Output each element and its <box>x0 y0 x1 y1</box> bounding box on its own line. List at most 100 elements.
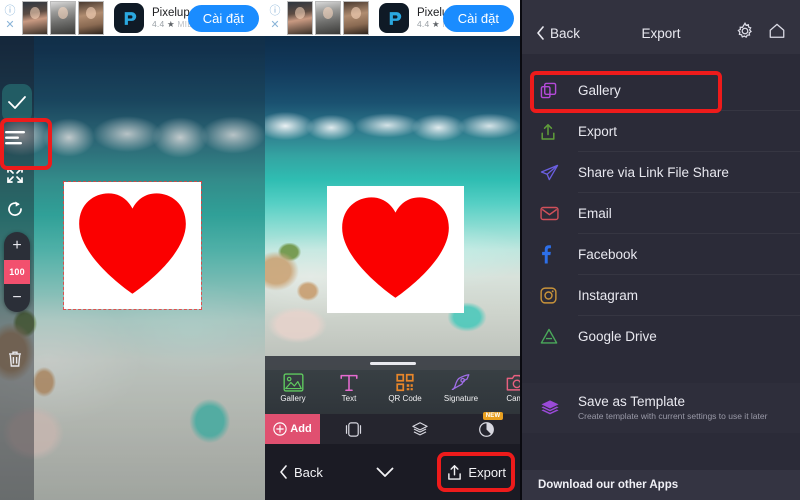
facebook-icon-wrap <box>540 245 578 264</box>
option-label: Facebook <box>578 247 638 262</box>
ad-banner-left: ⓘ ✕ Pixelup 4.4 ★ MIỄN PHÍ <box>0 0 265 36</box>
frame-button[interactable] <box>345 421 362 438</box>
settings-button[interactable] <box>736 21 754 45</box>
ad-install-button[interactable]: Cài đặt <box>187 4 259 32</box>
pixelup-logo-icon <box>124 11 136 25</box>
footer-label: Download our other Apps <box>538 479 679 491</box>
opacity-stepper[interactable]: + 100 − <box>4 232 30 312</box>
effects-button[interactable]: NEW <box>478 411 504 438</box>
export-option-email[interactable]: Email <box>522 193 800 234</box>
signature-pen-icon <box>451 374 470 391</box>
email-icon-wrap <box>540 206 578 221</box>
heart-sticker-middle[interactable] <box>327 186 464 313</box>
confirm-check-button[interactable] <box>2 84 32 122</box>
tool-signature[interactable]: Signature <box>433 370 489 403</box>
tool-qrcode[interactable]: QR Code <box>377 370 433 403</box>
ad-banner-middle: ⓘ ✕ Pixelup 4.4 ★ MIỄN PHÍ <box>265 0 520 36</box>
export-option-facebook[interactable]: Facebook <box>522 234 800 275</box>
text-icon <box>340 374 358 392</box>
expand-button[interactable] <box>5 165 25 190</box>
export-option-gallery[interactable]: Gallery <box>522 70 800 111</box>
check-icon <box>8 96 26 109</box>
ad-thumb <box>287 1 313 35</box>
ad-thumbnails <box>18 1 108 35</box>
sheet-drag-handle[interactable] <box>265 356 520 370</box>
export-icon-wrap <box>540 123 578 141</box>
home-button[interactable] <box>768 22 786 45</box>
delete-button[interactable] <box>7 350 23 373</box>
ad-thumbnails <box>283 1 373 35</box>
ad-close-icon[interactable]: ✕ <box>270 19 279 31</box>
ad-close-icon[interactable]: ✕ <box>5 19 14 31</box>
ad-thumb <box>315 1 341 35</box>
ad-text-block: Pixelup 4.4 ★ MIỄN PHÍ <box>152 7 217 29</box>
ad-star-icon: ★ <box>431 18 440 29</box>
send-icon-wrap <box>540 164 578 181</box>
ad-info-icon[interactable]: ⓘ <box>270 5 281 17</box>
export-option-instagram[interactable]: Instagram <box>522 275 800 316</box>
layers-stack-icon <box>412 422 428 436</box>
pie-slice-icon <box>479 421 495 437</box>
chevron-left-icon <box>280 465 287 479</box>
back-button-middle[interactable]: Back <box>265 465 323 480</box>
plus-circle-icon <box>273 422 287 436</box>
export-options-list: Gallery Export Share via Link File Share… <box>522 70 800 357</box>
option-label: Email <box>578 206 612 221</box>
download-apps-footer[interactable]: Download our other Apps <box>522 470 800 500</box>
save-as-template-row[interactable]: Save as Template Create template with cu… <box>522 383 800 433</box>
tool-text[interactable]: Text <box>321 370 377 403</box>
tool-camera[interactable]: Came <box>489 370 520 403</box>
left-editor-panel: + 100 − ⓘ ✕ Pixelup 4.4 ★ Cài đặt <box>0 0 265 500</box>
collapse-button[interactable] <box>323 467 448 478</box>
ad-thumb <box>78 1 104 35</box>
export-option-share-link[interactable]: Share via Link File Share <box>522 152 800 193</box>
camera-icon <box>506 374 520 391</box>
export-option-export[interactable]: Export <box>522 111 800 152</box>
layers-icon-wrap <box>540 399 578 417</box>
zoom-value: 100 <box>4 260 30 284</box>
app-screenshot: + 100 − ⓘ ✕ Pixelup 4.4 ★ Cài đặt Galler… <box>0 0 800 500</box>
add-button-label: Add <box>290 423 312 435</box>
export-menu-panel: Back Export Gallery Export Share via Lin… <box>520 0 800 500</box>
trash-icon <box>9 351 21 367</box>
layers-button[interactable] <box>411 421 429 437</box>
expand-icon <box>7 167 23 183</box>
ad-thumb <box>22 1 48 35</box>
export-header: Back Export <box>522 12 800 54</box>
tool-gallery[interactable]: Gallery <box>265 370 321 403</box>
home-icon <box>769 23 785 38</box>
layers-list-button[interactable] <box>4 130 26 151</box>
ad-info-icon[interactable]: ⓘ <box>5 5 16 17</box>
gdrive-icon-wrap <box>540 328 578 345</box>
status-bar <box>522 0 800 12</box>
chevron-down-icon <box>376 467 394 477</box>
new-badge: NEW <box>482 411 504 420</box>
ad-rating: 4.4 <box>417 18 430 29</box>
zoom-in-button[interactable]: + <box>4 232 30 260</box>
facebook-icon <box>542 245 551 264</box>
editor-tool-strip: Gallery Text QR Code Signature Cam <box>265 370 520 414</box>
zoom-out-button[interactable]: − <box>4 284 30 312</box>
ad-info-column: ⓘ ✕ <box>267 0 283 36</box>
photo-canvas-middle <box>265 36 520 370</box>
export-option-google-drive[interactable]: Google Drive <box>522 316 800 357</box>
ad-install-button[interactable]: Cài đặt <box>442 4 514 32</box>
gear-icon <box>737 21 752 38</box>
ad-app-icon <box>379 3 409 33</box>
back-button-right[interactable]: Back <box>536 26 580 41</box>
tool-label: Came <box>506 394 520 403</box>
export-icon <box>541 123 555 140</box>
send-icon <box>540 164 559 181</box>
rotate-button[interactable] <box>6 200 24 223</box>
add-button[interactable]: Add <box>265 414 320 444</box>
ad-rating: 4.4 <box>152 18 165 29</box>
heart-sticker-left[interactable] <box>63 181 202 310</box>
footer-spacer <box>522 433 800 451</box>
pixelup-logo-icon <box>389 11 401 25</box>
instagram-icon-wrap <box>540 287 578 304</box>
frame-icon <box>345 421 361 437</box>
tool-label: Gallery <box>280 394 306 403</box>
export-label: Export <box>468 464 506 480</box>
lines-icon <box>5 131 25 145</box>
export-button-middle[interactable]: Export <box>447 464 506 481</box>
